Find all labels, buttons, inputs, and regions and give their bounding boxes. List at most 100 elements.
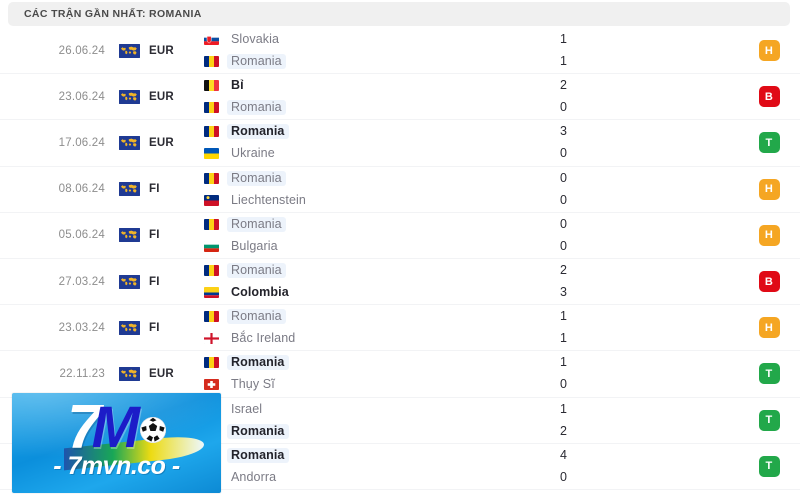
away-score: 0 <box>560 192 567 207</box>
result-cell: T <box>738 455 800 477</box>
away-team[interactable]: Colombia <box>204 285 534 300</box>
panel-header: CÁC TRẬN GẦN NHẤT: ROMANIA <box>8 2 790 26</box>
away-team-name: Romania <box>227 423 289 439</box>
competition-name: EUR <box>149 90 174 103</box>
result-cell: T <box>738 409 800 431</box>
competition-cell[interactable]: EUR <box>119 366 204 381</box>
competition-cell[interactable]: FI <box>119 274 204 289</box>
away-team-name: Bulgaria <box>231 238 278 253</box>
home-team-name: Romania <box>227 170 286 186</box>
table-row[interactable]: 26.06.24 EUR Slovakia Romania 1 1 H <box>0 28 800 75</box>
away-team[interactable]: Romania <box>204 54 534 70</box>
competition-cell[interactable]: EUR <box>119 135 204 150</box>
watermark-brand: 7 M <box>12 397 221 459</box>
away-team[interactable]: Thụy Sĩ <box>204 377 534 392</box>
result-cell: B <box>738 271 800 293</box>
away-score: 0 <box>560 146 567 161</box>
home-team[interactable]: Romania <box>204 447 534 463</box>
table-row[interactable]: 23.06.24 EUR Bỉ Romania 2 0 B <box>0 74 800 121</box>
away-team-name: Bắc Ireland <box>231 331 296 346</box>
competition-cell[interactable]: FI <box>119 320 204 335</box>
world-map-icon <box>119 320 140 335</box>
competition-name: EUR <box>149 367 174 380</box>
flag-colombia-icon <box>204 287 219 299</box>
home-team-name: Romania <box>227 216 286 232</box>
home-score: 0 <box>560 216 567 231</box>
away-team[interactable]: Ukraine <box>204 146 534 161</box>
match-date: 27.03.24 <box>58 275 105 288</box>
home-score: 2 <box>560 263 567 278</box>
table-row[interactable]: 23.03.24 FI Romania Bắc Ireland 1 1 H <box>0 305 800 352</box>
away-team[interactable]: Bắc Ireland <box>204 331 534 346</box>
home-team-name: Romania <box>227 309 286 325</box>
flag-romania-icon <box>204 102 219 114</box>
status-badge: H <box>758 178 780 200</box>
teams-cell: Romania Bắc Ireland <box>204 309 534 346</box>
flag-romania-icon <box>204 311 219 323</box>
competition-name: FI <box>149 321 160 334</box>
home-team[interactable]: Romania <box>204 263 534 279</box>
home-team[interactable]: Bỉ <box>204 78 534 93</box>
home-score: 4 <box>560 447 567 462</box>
status-badge: B <box>758 86 780 108</box>
table-row[interactable]: 08.06.24 FI Romania Liechtenstein 0 0 H <box>0 166 800 213</box>
teams-cell: Slovakia Romania <box>204 32 534 70</box>
result-cell: T <box>738 363 800 385</box>
result-cell: B <box>738 86 800 108</box>
flag-romania-icon <box>204 126 219 138</box>
world-map-icon <box>119 182 140 197</box>
flag-liechtenstein-icon <box>204 194 219 206</box>
competition-cell[interactable]: FI <box>119 228 204 243</box>
competition-cell[interactable]: EUR <box>119 89 204 104</box>
home-team[interactable]: Israel <box>204 402 534 417</box>
watermark-url: - 7mvn.co - <box>53 452 180 480</box>
flag-bulgaria-icon <box>204 240 219 252</box>
competition-cell[interactable]: EUR <box>119 43 204 58</box>
home-team[interactable]: Romania <box>204 309 534 325</box>
home-team-name: Slovakia <box>231 32 280 47</box>
away-score: 3 <box>560 285 567 300</box>
teams-cell: Romania Andorra <box>204 447 534 485</box>
away-team-name: Liechtenstein <box>231 192 306 207</box>
world-map-icon <box>119 135 140 150</box>
status-badge: H <box>758 224 780 246</box>
away-score: 0 <box>560 100 567 115</box>
world-map-icon <box>119 366 140 381</box>
world-map-icon <box>119 89 140 104</box>
score-cell: 00 <box>534 171 654 208</box>
competition-cell[interactable]: FI <box>119 182 204 197</box>
away-team-name: Romania <box>227 54 286 70</box>
teams-cell: Israel Romania <box>204 402 534 439</box>
home-score: 3 <box>560 124 567 139</box>
home-team[interactable]: Romania <box>204 124 534 140</box>
world-map-icon <box>119 228 140 243</box>
home-team[interactable]: Romania <box>204 355 534 371</box>
table-row[interactable]: 17.06.24 EUR Romania Ukraine 3 0 T <box>0 120 800 167</box>
home-team[interactable]: Romania <box>204 216 534 232</box>
away-team[interactable]: Liechtenstein <box>204 193 534 208</box>
score-cell: 11 <box>534 309 654 346</box>
home-team-name: Romania <box>227 263 286 279</box>
home-team-name: Romania <box>227 447 289 463</box>
match-date: 26.06.24 <box>58 44 105 57</box>
score-cell: 11 <box>534 32 654 69</box>
away-team[interactable]: Romania <box>204 100 534 116</box>
status-badge: T <box>758 409 780 431</box>
flag-romania-icon <box>204 218 219 230</box>
away-team[interactable]: Andorra <box>204 470 534 485</box>
match-date: 05.06.24 <box>58 229 105 242</box>
teams-cell: Romania Colombia <box>204 263 534 300</box>
status-badge: T <box>758 132 780 154</box>
table-row[interactable]: 27.03.24 FI Romania Colombia 2 3 B <box>0 258 800 306</box>
status-badge: T <box>758 363 780 385</box>
score-cell: 40 <box>534 448 654 485</box>
world-map-icon <box>119 274 140 289</box>
home-team[interactable]: Romania <box>204 170 534 186</box>
home-team-name: Israel <box>231 401 263 416</box>
away-team[interactable]: Bulgaria <box>204 239 534 254</box>
away-team[interactable]: Romania <box>204 423 534 439</box>
table-row[interactable]: 22.11.23 EUR Romania Thụy Sĩ 1 0 T <box>0 351 800 398</box>
away-score: 2 <box>560 423 567 438</box>
home-team[interactable]: Slovakia <box>204 32 534 47</box>
table-row[interactable]: 05.06.24 FI Romania Bulgaria 0 0 H <box>0 212 800 259</box>
